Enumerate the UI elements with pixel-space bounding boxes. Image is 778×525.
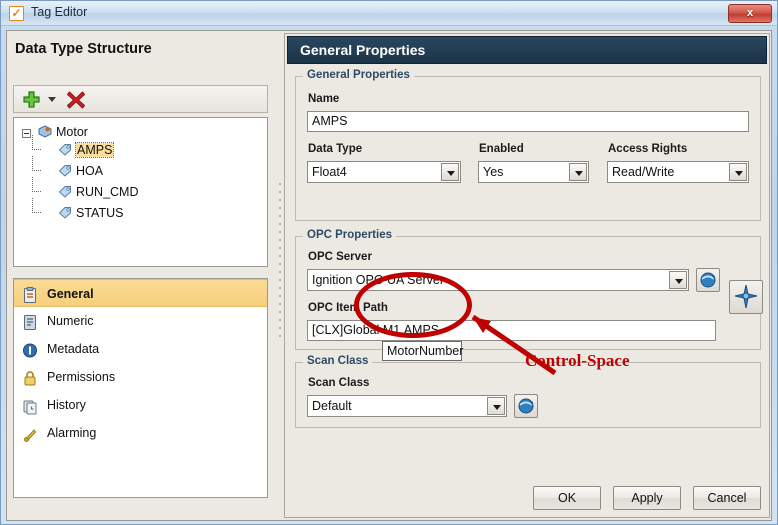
caret-down-icon[interactable] [48,97,56,102]
scan-class-refresh-button[interactable] [514,394,538,418]
annotation-label: Control-Space [525,351,630,371]
autocomplete-popup[interactable]: MotorNumber [382,341,462,361]
dialog-button-bar: OK Apply Cancel [9,478,769,518]
tree-node-label: Motor [56,125,88,139]
tree-elbow [32,135,41,150]
access-rights-value: Read/Write [612,165,674,179]
group-title: General Properties [303,69,414,81]
scan-class-value: Default [312,399,352,413]
data-type-structure-title: Data Type Structure [15,41,152,57]
chevron-down-icon[interactable] [669,271,687,289]
checkmark-icon: ✓ [9,6,24,21]
sidebar-item-metadata[interactable]: Metadata [14,335,267,363]
opc-item-path-label: OPC Item Path [308,302,388,314]
opc-item-path-field[interactable]: [CLX]Global M1.AMPS [307,320,716,341]
chevron-down-icon[interactable] [569,163,587,181]
cancel-button[interactable]: Cancel [693,486,761,510]
tree-node-label[interactable]: RUN_CMD [76,185,139,199]
name-label: Name [308,93,339,105]
scan-class-select[interactable]: Default [307,395,507,417]
data-type-select[interactable]: Float4 [307,161,461,183]
tag-icon [58,164,72,177]
group-title: Scan Class [303,355,372,367]
category-list[interactable]: General Numeric [13,278,268,498]
tree-node-label[interactable]: STATUS [76,206,123,220]
history-icon [22,397,38,414]
sidebar-item-label: History [47,398,86,412]
sidebar-item-label: Numeric [47,314,94,328]
clipboard-icon [22,286,38,303]
tree-node-label[interactable]: HOA [76,164,103,178]
chevron-down-icon[interactable] [441,163,459,181]
name-field[interactable]: AMPS [307,111,749,132]
sidebar-item-alarming[interactable]: Alarming [14,419,267,447]
opc-server-value: Ignition OPC-UA Server [312,273,444,287]
page-title: General Properties [287,36,767,64]
tree-node-label-selected[interactable]: AMPS [76,143,113,157]
tag-icon [58,185,72,198]
left-panel: Data Type Structure [7,31,275,520]
tree-elbow [32,156,41,171]
sidebar-item-label: Alarming [47,426,96,440]
opc-server-select[interactable]: Ignition OPC-UA Server [307,269,689,291]
enabled-label: Enabled [479,143,524,155]
scan-class-label: Scan Class [308,377,369,389]
chevron-down-icon[interactable] [729,163,747,181]
bell-icon [22,425,38,442]
pane-splitter[interactable] [277,33,284,518]
info-icon [22,341,38,358]
tree-elbow [32,177,41,192]
tree-expand-toggle[interactable] [22,129,31,138]
ok-button[interactable]: OK [533,486,601,510]
data-type-value: Float4 [312,165,347,179]
numeric-icon [22,313,38,330]
sidebar-item-label: General [47,287,94,301]
data-type-tree[interactable]: Motor AMPS [13,117,268,267]
right-panel: General Properties General Properties Na… [284,33,770,518]
group-title: OPC Properties [303,229,396,241]
red-x-icon[interactable] [66,90,86,110]
opc-server-refresh-button[interactable] [696,268,720,292]
general-properties-group: General Properties Name AMPS Data Type F… [295,76,761,221]
tag-icon [58,206,72,219]
tag-icon [58,143,72,156]
opc-properties-group: OPC Properties OPC Server Ignition OPC-U… [295,236,761,350]
sidebar-item-general[interactable]: General [14,279,267,307]
green-plus-icon[interactable] [22,90,41,109]
enabled-value: Yes [483,165,503,179]
enabled-select[interactable]: Yes [478,161,589,183]
sidebar-item-history[interactable]: History [14,391,267,419]
dialog-client-area: Data Type Structure [6,30,772,521]
sidebar-item-numeric[interactable]: Numeric [14,307,267,335]
tag-editor-window: ✓ Tag Editor x Data Type Structure [0,0,778,525]
lock-icon [22,369,38,386]
scan-class-group: Scan Class Scan Class Default [295,362,761,428]
access-rights-label: Access Rights [608,143,687,155]
sidebar-item-label: Permissions [47,370,115,384]
sidebar-item-label: Metadata [47,342,99,356]
tree-elbow [32,198,41,213]
opc-browse-button[interactable] [729,280,763,314]
data-type-label: Data Type [308,143,362,155]
opc-server-label: OPC Server [308,251,372,263]
close-icon[interactable]: x [728,4,772,23]
chevron-down-icon[interactable] [487,397,505,415]
apply-button[interactable]: Apply [613,486,681,510]
title-bar: ✓ Tag Editor x [1,1,777,26]
window-title: Tag Editor [31,5,87,19]
access-rights-select[interactable]: Read/Write [607,161,749,183]
sidebar-item-permissions[interactable]: Permissions [14,363,267,391]
tree-toolbar [13,85,268,113]
